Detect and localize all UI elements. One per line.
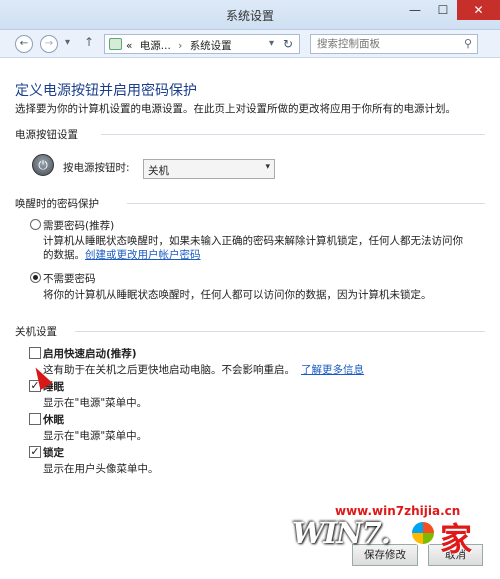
- maximize-button[interactable]: ☐: [429, 0, 457, 20]
- require-password-desc-line1: 计算机从睡眠状态唤醒时，如果未输入正确的密码来解除计算机锁定，任何人都无法访问你: [43, 235, 463, 247]
- page-title: 定义电源按钮并启用密码保护: [15, 83, 197, 99]
- breadcrumb-overflow[interactable]: «: [126, 40, 132, 52]
- search-input[interactable]: [311, 35, 451, 53]
- section-title-shutdown: 关机设置: [15, 326, 57, 338]
- section-divider: [101, 134, 485, 135]
- control-panel-icon: [109, 38, 122, 50]
- breadcrumb-separator-icon: ›: [178, 40, 183, 52]
- wake-password-section: 唤醒时的密码保护: [15, 196, 485, 211]
- lock-desc: 显示在用户头像菜单中。: [43, 463, 159, 475]
- power-icon: ⏻: [32, 154, 54, 176]
- hibernate-checkbox[interactable]: [29, 413, 41, 425]
- change-password-link[interactable]: 创建或更改用户帐户密码: [85, 249, 201, 261]
- navigation-bar: ← → ▾ ↑ « 电源... › 系统设置 ▾ ↻ ⚲: [0, 30, 500, 58]
- fast-startup-checkbox[interactable]: [29, 347, 41, 359]
- require-password-desc-line2: 的数据。创建或更改用户帐户密码: [43, 249, 201, 261]
- section-divider: [127, 203, 485, 204]
- back-button[interactable]: ←: [15, 35, 33, 53]
- minimize-button[interactable]: —: [401, 0, 429, 20]
- sleep-desc: 显示在"电源"菜单中。: [43, 397, 148, 409]
- refresh-icon[interactable]: ↻: [283, 37, 293, 51]
- breadcrumb: « 电源... › 系统设置: [126, 38, 232, 53]
- lock-checkbox[interactable]: ✓: [29, 446, 41, 458]
- up-button[interactable]: ↑: [84, 35, 94, 49]
- close-button[interactable]: ✕: [457, 0, 500, 20]
- title-bar: 系统设置 — ☐ ✕: [0, 0, 500, 30]
- no-password-desc: 将你的计算机从睡眠状态唤醒时，任何人都可以访问你的数据，因为计算机未锁定。: [43, 289, 432, 301]
- forward-button[interactable]: →: [40, 35, 58, 53]
- recent-pages-dropdown[interactable]: ▾: [65, 37, 70, 48]
- section-title-power-buttons: 电源按钮设置: [15, 129, 78, 141]
- watermark-logo-text: WIN7.: [292, 516, 391, 550]
- watermark-logo: WIN7. 家: [292, 516, 472, 558]
- no-password-radio[interactable]: [30, 272, 41, 283]
- power-button-action-select[interactable]: 关机 ▾: [143, 159, 275, 179]
- shutdown-section: 关机设置: [15, 324, 485, 339]
- breadcrumb-power[interactable]: 电源...: [140, 40, 171, 52]
- address-dropdown-icon[interactable]: ▾: [269, 38, 274, 49]
- power-button-section: 电源按钮设置: [15, 127, 485, 142]
- lock-label[interactable]: 锁定: [43, 445, 64, 460]
- power-button-action-value: 关机: [148, 165, 169, 177]
- no-password-label[interactable]: 不需要密码: [43, 271, 96, 286]
- address-bar[interactable]: « 电源... › 系统设置 ▾ ↻: [104, 34, 300, 54]
- chevron-down-icon: ▾: [265, 162, 270, 172]
- section-title-wake-password: 唤醒时的密码保护: [15, 198, 99, 210]
- section-divider: [75, 331, 485, 332]
- search-icon[interactable]: ⚲: [464, 37, 472, 50]
- watermark-logo-char: 家: [440, 520, 473, 558]
- windows-logo-icon: [410, 520, 436, 546]
- fast-startup-desc: 这有助于在关机之后更快地启动电脑。不会影响重启。 了解更多信息: [43, 364, 364, 376]
- require-password-label[interactable]: 需要密码(推荐): [43, 218, 114, 233]
- require-password-radio[interactable]: [30, 219, 41, 230]
- page-description: 选择要为你的计算机设置的电源设置。在此页上对设置所做的更改将应用于你所有的电源计…: [15, 103, 456, 115]
- hibernate-label[interactable]: 休眠: [43, 412, 64, 427]
- fast-startup-label[interactable]: 启用快速启动(推荐): [43, 346, 137, 361]
- breadcrumb-system-settings[interactable]: 系统设置: [190, 40, 232, 52]
- search-box[interactable]: ⚲: [310, 34, 478, 54]
- power-button-label: 按电源按钮时:: [63, 162, 130, 174]
- learn-more-link[interactable]: 了解更多信息: [301, 364, 364, 376]
- hibernate-desc: 显示在"电源"菜单中。: [43, 430, 148, 442]
